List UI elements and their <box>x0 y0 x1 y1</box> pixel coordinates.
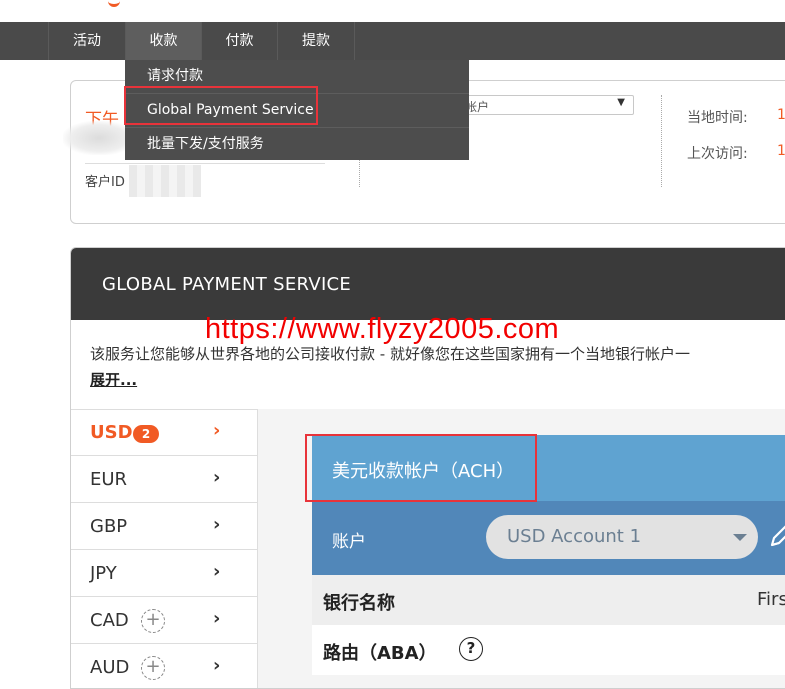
logo-fragment <box>108 0 120 7</box>
routing-label: 路由（ABA） <box>323 643 437 664</box>
account-selector-row: 账户 USD Account 1 <box>312 501 785 575</box>
nav-item-receive[interactable]: 收款 <box>125 22 201 60</box>
account-details-area: 美元收款帐户（ACH） 账户 USD Account 1 银行名称 Firs 路… <box>258 409 785 688</box>
receive-dropdown-menu: 请求付款 Global Payment Service 批量下发/支付服务 <box>125 60 469 160</box>
card-header: GLOBAL PAYMENT SERVICE <box>71 248 785 320</box>
currency-item-cad[interactable]: CAD + › <box>71 598 257 644</box>
account-dropdown-value: USD Account 1 <box>507 526 642 547</box>
currency-code: EUR <box>90 469 128 490</box>
blurred-customer-id <box>129 165 201 197</box>
bank-name-label: 银行名称 <box>323 593 395 614</box>
account-dropdown[interactable]: USD Account 1 <box>486 515 758 559</box>
last-visit-value: 1 <box>777 143 785 159</box>
currency-code: JPY <box>90 563 117 584</box>
currency-item-usd[interactable]: USD 2 › <box>71 410 257 456</box>
currency-item-aud[interactable]: AUD + › <box>71 645 257 688</box>
add-icon[interactable]: + <box>141 609 165 633</box>
expand-link[interactable]: 展开... <box>90 369 137 390</box>
chevron-right-icon: › <box>213 420 221 441</box>
account-label: 账户 <box>332 532 366 552</box>
last-visit-label: 上次访问: <box>687 146 748 162</box>
divider <box>85 163 325 164</box>
bank-name-value: Firs <box>757 589 785 610</box>
menu-item-global-payment-service[interactable]: Global Payment Service <box>125 94 469 126</box>
receiving-account-header: 美元收款帐户（ACH） <box>312 435 785 501</box>
top-strip <box>0 0 785 22</box>
service-description: 该服务让您能够从世界各地的公司接收付款 - 就好像您在这些国家拥有一个当地银行帐… <box>90 345 690 363</box>
chevron-down-icon: ▼ <box>617 97 625 108</box>
currency-code: CAD <box>90 610 129 631</box>
menu-item-batch-payout[interactable]: 批量下发/支付服务 <box>125 128 469 160</box>
chevron-right-icon: › <box>213 467 221 488</box>
currency-list: USD 2 › EUR › GBP › JPY › CAD + › AUD + … <box>71 409 258 688</box>
local-time-label: 当地时间: <box>687 110 748 126</box>
account-select[interactable]: 帐户 ▼ <box>456 95 634 115</box>
nav-item-pay[interactable]: 付款 <box>201 22 277 60</box>
local-time-value: 1 <box>777 107 785 123</box>
currency-code: GBP <box>90 516 128 537</box>
currency-item-eur[interactable]: EUR › <box>71 457 257 503</box>
chevron-right-icon: › <box>213 514 221 535</box>
chevron-down-icon <box>733 534 747 541</box>
watermark-text: https://www.flyzy2005.com <box>205 313 560 345</box>
pencil-icon[interactable] <box>768 523 785 549</box>
divider <box>661 95 662 187</box>
main-nav: 活动 收款 付款 提款 <box>0 22 785 60</box>
menu-item-request-payment[interactable]: 请求付款 <box>125 60 469 92</box>
currency-code: USD <box>90 422 133 443</box>
card-title: GLOBAL PAYMENT SERVICE <box>102 274 352 295</box>
help-icon[interactable]: ? <box>459 637 483 661</box>
customer-id-label: 客户ID <box>85 175 125 190</box>
nav-item-activity[interactable]: 活动 <box>48 22 125 60</box>
chevron-right-icon: › <box>213 561 221 582</box>
bank-name-row: 银行名称 Firs <box>312 575 785 625</box>
add-icon[interactable]: + <box>141 656 165 680</box>
chevron-right-icon: › <box>213 608 221 629</box>
currency-item-gbp[interactable]: GBP › <box>71 504 257 550</box>
chevron-right-icon: › <box>213 655 221 676</box>
nav-item-withdraw[interactable]: 提款 <box>277 22 355 60</box>
currency-item-jpy[interactable]: JPY › <box>71 551 257 597</box>
receiving-account-title: 美元收款帐户（ACH） <box>332 461 515 482</box>
count-badge: 2 <box>133 425 159 443</box>
